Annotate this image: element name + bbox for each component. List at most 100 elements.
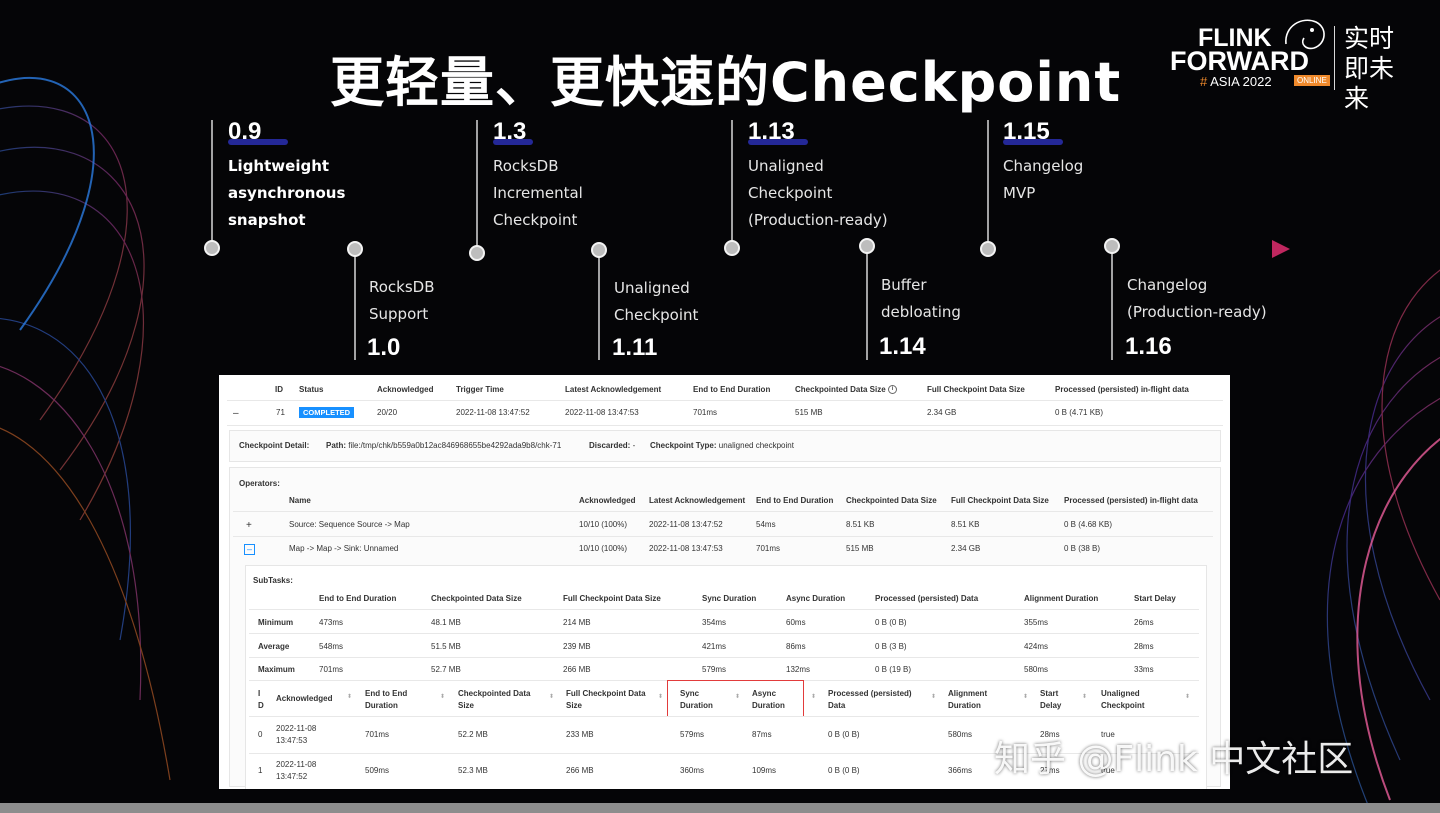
operator-e2e: 54ms — [756, 520, 776, 529]
summary-cell: 214 MB — [563, 618, 591, 627]
sum-col-sync: Sync Duration — [702, 594, 757, 603]
subtask-id: 0 — [258, 730, 263, 739]
sub-col-e2e-1: End to End — [365, 689, 408, 698]
expand-toggle[interactable]: + — [246, 520, 252, 531]
version-1-3: 1.3 — [493, 118, 527, 145]
sort-icon[interactable]: ⬍ — [811, 693, 816, 700]
summary-cell: 354ms — [702, 618, 727, 627]
sub-col-full[interactable]: Full Checkpoint Data Size — [566, 688, 646, 712]
collapse-toggle[interactable]: – — [244, 544, 255, 555]
sort-icon[interactable]: ⬍ — [1082, 693, 1087, 700]
operator-name: Source: Sequence Source -> Map — [289, 520, 410, 529]
version-0-9: 0.9 — [228, 118, 262, 145]
subtask-processed: 0 B (0 B) — [828, 730, 860, 739]
status-badge: COMPLETED — [299, 407, 355, 418]
summary-cell: 548ms — [319, 642, 344, 651]
sort-icon[interactable]: ⬍ — [931, 693, 936, 700]
sort-icon[interactable]: ⬍ — [347, 693, 352, 700]
subtasks-label: SubTasks: — [253, 576, 293, 585]
sort-icon[interactable]: ⬍ — [1023, 693, 1028, 700]
label-1-11: Unaligned Checkpoint — [614, 279, 699, 324]
op-col-ack: Acknowledged — [579, 496, 636, 505]
version-1-16: 1.16 — [1125, 333, 1172, 360]
subtask-ack: 2022-11-08 13:47:52 — [276, 759, 316, 783]
sort-icon[interactable]: ⬍ — [658, 693, 663, 700]
path-value: file:/tmp/chk/b559a0b12ac846968655be4292… — [348, 441, 562, 450]
dot-1-16 — [1104, 238, 1120, 254]
divider — [249, 657, 1199, 658]
version-1-11: 1.11 — [612, 334, 658, 361]
col-checkpointed-size-label: Checkpointed Data Size — [795, 385, 886, 394]
summary-cell: 0 B (19 B) — [875, 665, 912, 674]
info-icon[interactable]: i — [887, 385, 897, 395]
sub-col-id-2: D — [258, 701, 264, 710]
col-latest-ack: Latest Acknowledgement — [565, 385, 662, 394]
e2e-value: 701ms — [693, 408, 718, 417]
collapse-toggle[interactable]: – — [233, 408, 239, 419]
version-1-14: 1.14 — [879, 333, 926, 360]
dot-1-0 — [347, 241, 363, 257]
summary-cell: 701ms — [319, 665, 344, 674]
summary-row-label: Minimum — [258, 618, 294, 627]
label-1-3: RocksDB Incremental Checkpoint — [493, 157, 583, 229]
operator-processed: 0 B (4.68 KB) — [1064, 520, 1113, 529]
col-processed: Processed (persisted) in-flight data — [1055, 385, 1189, 394]
col-full-size: Full Checkpoint Data Size — [927, 385, 1025, 394]
sub-col-checkpointed[interactable]: Checkpointed Data Size — [458, 688, 530, 712]
summary-cell: 473ms — [319, 618, 344, 627]
sub-col-unaligned[interactable]: Unaligned Checkpoint — [1101, 688, 1145, 712]
sub-col-processed[interactable]: Processed (persisted) Data — [828, 688, 912, 712]
sub-col-alignment-2: Duration — [948, 701, 981, 710]
sum-col-e2e: End to End Duration — [319, 594, 397, 603]
sub-col-start-delay-2: Delay — [1040, 701, 1062, 710]
sub-col-unaligned-1: Unaligned — [1101, 689, 1140, 698]
operator-latest: 2022-11-08 13:47:52 — [649, 520, 723, 529]
trigger-time-value: 2022-11-08 13:47:52 — [456, 408, 530, 417]
divider — [233, 511, 1213, 512]
op-col-checkpointed: Checkpointed Data Size — [846, 496, 937, 505]
subtask-e2e: 701ms — [365, 730, 390, 739]
sub-col-id[interactable]: ID — [258, 688, 264, 712]
label-0-9: Lightweight asynchronous snapshot — [228, 157, 346, 229]
op-col-processed: Processed (persisted) in-flight data — [1064, 496, 1198, 505]
sum-col-alignment: Alignment Duration — [1024, 594, 1099, 603]
sub-col-full-1: Full Checkpoint Data — [566, 689, 646, 698]
discarded-value: - — [632, 441, 636, 450]
label-1-0: RocksDB Support — [369, 278, 435, 323]
summary-cell: 33ms — [1134, 665, 1154, 674]
dot-1-13 — [724, 240, 740, 256]
summary-cell: 132ms — [786, 665, 811, 674]
subtask-ack-time: 13:47:52 — [276, 772, 308, 781]
subtask-alignment: 580ms — [948, 730, 973, 739]
operator-latest: 2022-11-08 13:47:53 — [649, 544, 723, 553]
label-1-15: Changelog MVP — [1003, 157, 1084, 202]
dot-1-11 — [591, 242, 607, 258]
sum-col-checkpointed: Checkpointed Data Size — [431, 594, 522, 603]
sum-col-start-delay: Start Delay — [1134, 594, 1176, 603]
version-1-0: 1.0 — [367, 334, 401, 361]
operator-name: Map -> Map -> Sink: Unnamed — [289, 544, 399, 553]
divider — [249, 716, 1199, 717]
operator-ack: 10/10 (100%) — [579, 544, 628, 553]
sub-col-alignment[interactable]: Alignment Duration — [948, 688, 987, 712]
subtask-full: 233 MB — [566, 730, 594, 739]
type-label: Checkpoint Type: — [650, 441, 717, 450]
sort-icon[interactable]: ⬍ — [549, 693, 554, 700]
label-1-14: Buffer debloating — [881, 276, 961, 321]
sort-icon[interactable]: ⬍ — [1185, 693, 1190, 700]
sub-col-id-1: I — [258, 689, 261, 698]
subtask-e2e: 509ms — [365, 766, 390, 775]
latest-ack-value: 2022-11-08 13:47:53 — [565, 408, 639, 417]
label-1-16: Changelog (Production-ready) — [1127, 276, 1267, 321]
sub-col-e2e[interactable]: End to End Duration — [365, 688, 407, 712]
path-label: Path: — [326, 441, 346, 450]
subtask-sync: 360ms — [680, 766, 705, 775]
sub-col-ack[interactable]: Acknowledged — [276, 694, 332, 703]
checkpointed-size-value: 515 MB — [795, 408, 823, 417]
sub-col-start-delay[interactable]: Start Delay — [1040, 688, 1061, 712]
sort-icon[interactable]: ⬍ — [440, 693, 445, 700]
summary-cell: 0 B (3 B) — [875, 642, 907, 651]
summary-cell: 266 MB — [563, 665, 591, 674]
sub-col-processed-1: Processed (persisted) — [828, 689, 912, 698]
summary-row-label: Average — [258, 642, 290, 651]
